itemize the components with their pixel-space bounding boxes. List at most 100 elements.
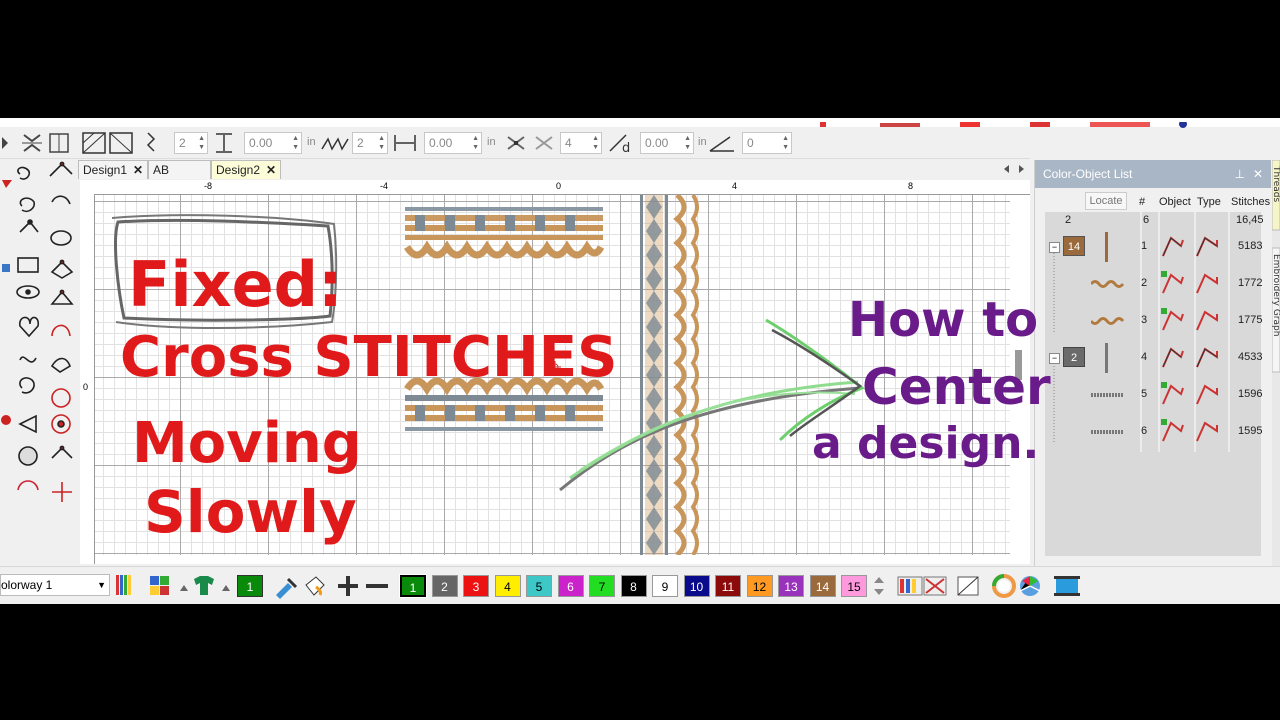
border-bottom-pattern[interactable] — [404, 377, 605, 431]
panel-title-text: Color-Object List — [1043, 167, 1133, 181]
cross-stitch-design[interactable] — [95, 193, 1010, 557]
colorway-select[interactable]: olorway 1 ▼ — [0, 574, 110, 596]
vertical-border-pattern[interactable] — [640, 193, 699, 557]
row-stitches: 5183 — [1238, 240, 1263, 252]
height-icon — [216, 133, 232, 153]
angle-field[interactable]: 0 ▲ ▼ — [742, 132, 792, 154]
collapse-icon[interactable]: − — [1049, 242, 1060, 253]
color-swatch-12[interactable]: 12 — [746, 575, 773, 597]
document-tabs: Design1 ✕ AB kay✕ Design2 ✕ — [78, 160, 1028, 196]
list-row[interactable]: 2 1772 — [1045, 267, 1262, 304]
width-icon — [394, 135, 416, 151]
design-canvas[interactable]: -8 -4 0 4 8 0 — [80, 180, 1030, 564]
length-field-2[interactable]: 0.00 ▲ ▼ — [424, 132, 482, 154]
close-icon[interactable]: ✕ — [266, 163, 276, 177]
row-stitches: 1595 — [1238, 425, 1263, 437]
top-ruler: -8 -4 0 4 8 — [80, 180, 1030, 195]
color-swatch-1[interactable]: 1 — [399, 574, 427, 598]
center-marker — [549, 361, 561, 373]
no-fill-icon — [957, 576, 979, 596]
spacing-field-2[interactable]: 2 ▲ ▼ — [352, 132, 388, 154]
length-field-3[interactable]: 0.00 ▲ ▼ — [640, 132, 694, 154]
pin-icon[interactable]: ⊥ — [1235, 160, 1245, 188]
panel-title: Color-Object List ⊥ ✕ — [1035, 160, 1271, 188]
cross-stitch-icons[interactable] — [504, 131, 560, 155]
column-stitches[interactable]: Stitches — [1231, 196, 1270, 208]
fill-pattern-icons[interactable] — [82, 131, 162, 155]
color-swatch-4[interactable]: 4 — [494, 575, 521, 597]
stitch-type-icon — [1161, 382, 1218, 405]
tab-design1[interactable]: Design1 ✕ — [78, 160, 148, 179]
palette-scroll-icon[interactable] — [870, 573, 888, 599]
stitch-type-icon — [1161, 308, 1218, 331]
close-icon[interactable]: ✕ — [1253, 160, 1263, 188]
tab-ab-kay[interactable]: AB kay✕ — [148, 160, 211, 196]
color-swatch-14[interactable]: 14 — [809, 575, 836, 597]
thread-chart-icon — [116, 575, 131, 595]
object-preview — [1091, 317, 1125, 325]
list-row[interactable]: 6 1595 — [1045, 415, 1263, 452]
column-object[interactable]: Object — [1159, 196, 1191, 208]
vertical-scrollbar[interactable] — [1015, 350, 1022, 380]
stitch-count-field[interactable]: 4 ▲ ▼ — [560, 132, 602, 154]
column-num[interactable]: # — [1139, 196, 1145, 208]
length-field-1[interactable]: 0.00 ▲ ▼ — [244, 132, 302, 154]
color-swatch-6[interactable]: 6 — [557, 575, 584, 597]
color-swatch-3[interactable]: 3 — [463, 575, 489, 597]
view-tools[interactable] — [896, 573, 1086, 599]
tab-scroll-arrows[interactable] — [1000, 162, 1028, 176]
side-tab-labels[interactable]: Threads Embroidery Graph — [1271, 159, 1280, 604]
eyedropper-icon — [276, 577, 298, 599]
locate-button[interactable]: Locate — [1085, 192, 1127, 210]
color-swatch-5[interactable]: 5 — [526, 575, 552, 597]
color-swatch-2[interactable]: 2 — [431, 575, 458, 597]
colorway-value: olorway 1 — [1, 578, 53, 592]
color-chip[interactable]: 2 — [1063, 347, 1085, 367]
chevron-down-icon[interactable]: ▼ — [97, 575, 106, 595]
side-tab-threads[interactable]: Threads — [1271, 165, 1280, 202]
unit-label-2: in — [487, 136, 496, 148]
side-tab-embroidery-graph[interactable]: Embroidery Graph — [1271, 254, 1280, 336]
collapse-icon[interactable]: − — [1049, 353, 1060, 364]
list-row[interactable]: − 14 1 5183 — [1045, 230, 1263, 267]
border-top-pattern[interactable] — [404, 207, 605, 259]
object-preview — [1091, 280, 1125, 288]
list-row[interactable]: − 2 4 4533 — [1045, 341, 1262, 378]
tab-design2[interactable]: Design2 ✕ — [211, 160, 281, 179]
unit-label-1: in — [307, 136, 316, 148]
3d-view-icon — [1019, 576, 1041, 596]
summary-stitches: 16,45 — [1236, 214, 1264, 226]
stitch-grid[interactable] — [95, 193, 1010, 557]
color-tools[interactable] — [272, 573, 392, 599]
color-swatch-7[interactable]: 7 — [589, 575, 615, 597]
column-type[interactable]: Type — [1197, 196, 1221, 208]
color-swatch-15[interactable]: 15 — [841, 575, 867, 597]
color-wheel-icon — [992, 574, 1016, 598]
paint-bucket-icon — [305, 576, 325, 596]
color-chip[interactable]: 14 — [1063, 236, 1085, 256]
row-number: 6 — [1141, 425, 1148, 437]
color-swatch-9[interactable]: 9 — [652, 575, 678, 597]
color-swatch-8[interactable]: 8 — [620, 575, 647, 597]
row-number: 2 — [1141, 277, 1148, 289]
ruler-label: 8 — [908, 181, 914, 191]
close-icon[interactable]: ✕ — [133, 163, 143, 177]
summary-objects: 6 — [1143, 214, 1150, 226]
current-color-swatch[interactable]: 1 — [237, 575, 263, 597]
palette-grid-icon — [150, 576, 169, 595]
angle-icon — [709, 136, 734, 152]
ruler-label: 4 — [732, 181, 738, 191]
align-icons[interactable] — [0, 131, 80, 155]
diagonal-icon: d — [609, 134, 630, 155]
palette-tools[interactable] — [114, 573, 236, 599]
color-swatch-13[interactable]: 13 — [778, 575, 804, 597]
color-swatch-11[interactable]: 11 — [715, 575, 741, 597]
list-row[interactable]: 3 1775 — [1045, 304, 1262, 341]
spacing-field-1[interactable]: 2 ▲ ▼ — [174, 132, 208, 154]
color-swatch-10[interactable]: 10 — [683, 575, 710, 597]
ruler-label: -8 — [204, 181, 213, 191]
add-color-icon — [338, 576, 358, 596]
object-preview — [1091, 393, 1123, 397]
tool-icons[interactable] — [0, 160, 78, 560]
list-row[interactable]: 5 1596 — [1045, 378, 1262, 415]
